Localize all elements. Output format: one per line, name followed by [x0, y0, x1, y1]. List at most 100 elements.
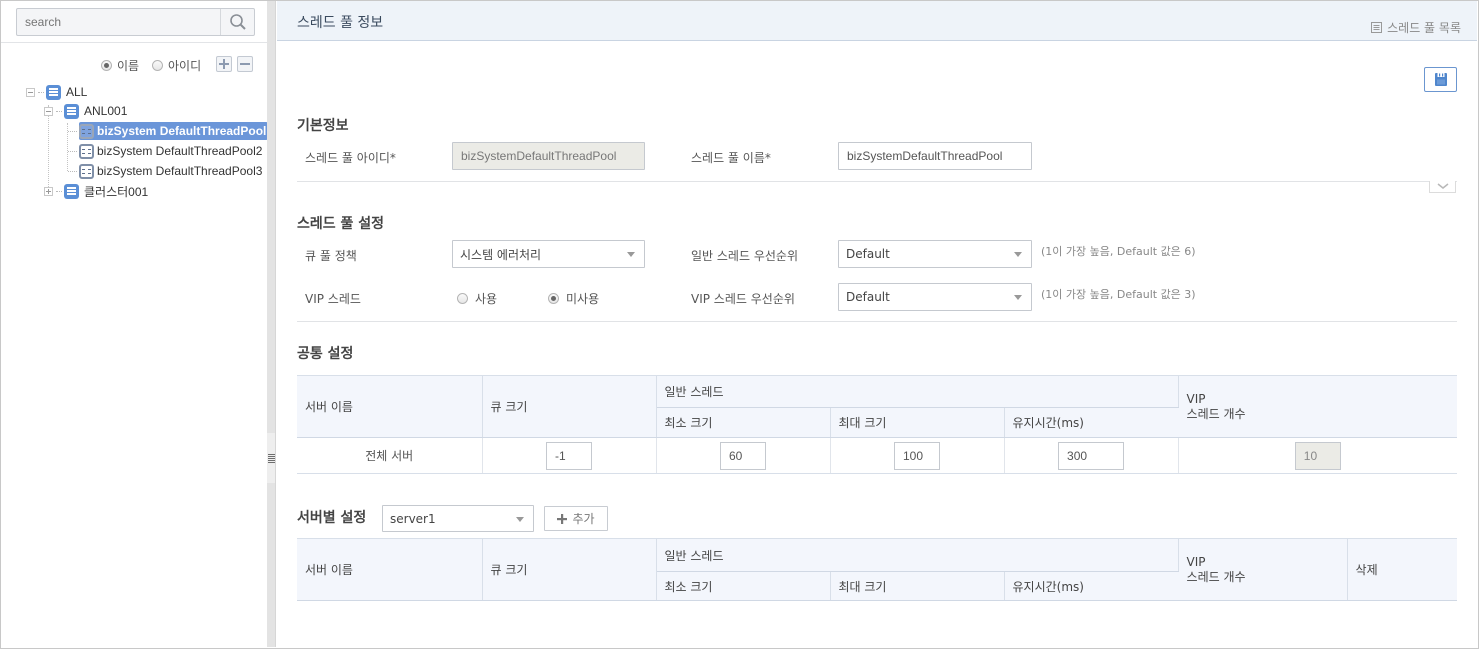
common-settings-title: 공통 설정	[297, 346, 354, 362]
tree-node-label: 클러스터001	[84, 184, 149, 199]
vip-priority-label: VIP 스레드 우선순위	[691, 292, 795, 306]
expand-all-button[interactable]	[216, 56, 232, 72]
col-keep-alive: 유지시간(ms)	[1004, 571, 1179, 601]
server-settings-title: 서버별 설정	[297, 510, 367, 526]
search-input[interactable]	[17, 9, 220, 35]
col-normal-thread: 일반 스레드	[656, 538, 1179, 572]
select-value: 시스템 에러처리	[460, 247, 542, 262]
col-normal-thread: 일반 스레드	[656, 375, 1179, 408]
save-icon	[1434, 73, 1447, 86]
vip-unused-radio[interactable]: 미사용	[548, 290, 599, 307]
tree-node-pool[interactable]: bizSystem DefaultThreadPool3	[68, 162, 262, 180]
tree-node-anl001[interactable]: ANL001	[44, 102, 129, 120]
search-icon	[229, 14, 246, 30]
caret-down-icon	[516, 517, 524, 522]
search-box	[16, 8, 255, 36]
vip-thread-label: VIP 스레드	[305, 292, 361, 306]
col-server-name: 서버 이름	[297, 375, 483, 438]
tree-node-label: bizSystem DefaultThreadPool3	[97, 164, 263, 178]
radio-checked-icon	[548, 293, 559, 304]
col-min-size: 최소 크기	[656, 407, 831, 438]
pool-id-label: 스레드 풀 아이디*	[305, 151, 396, 165]
col-vip-thread-count: VIP 스레드 개수	[1178, 375, 1458, 438]
vip-count-input	[1294, 441, 1341, 470]
page-title: 스레드 풀 정보	[297, 15, 384, 31]
collapse-toggle-icon[interactable]	[44, 106, 53, 116]
normal-priority-hint: (1이 가장 높음, Default 값은 6)	[1041, 245, 1196, 258]
tree-node-label: ANL001	[84, 104, 128, 118]
filter-by-name-radio[interactable]: 이름	[101, 57, 139, 74]
save-button[interactable]	[1424, 67, 1457, 92]
radio-unchecked-icon	[457, 293, 468, 304]
group-list-icon	[64, 183, 79, 199]
queue-policy-select[interactable]: 시스템 에러처리	[452, 240, 645, 268]
caret-down-icon	[1014, 295, 1022, 300]
group-list-icon	[64, 103, 79, 119]
caret-down-icon	[1014, 252, 1022, 257]
keep-alive-input[interactable]	[1058, 441, 1125, 470]
vip-use-radio[interactable]: 사용	[457, 290, 497, 307]
panel-splitter[interactable]	[267, 1, 276, 647]
col-server-name: 서버 이름	[297, 538, 483, 601]
caret-down-icon	[627, 252, 635, 257]
server-settings-table: 서버 이름 큐 크기 일반 스레드 VIP 스레드 개수 삭제 최소 크기 최대…	[297, 538, 1458, 601]
col-max-size: 최대 크기	[830, 407, 1005, 438]
plus-icon	[219, 59, 229, 69]
server-name-cell: 전체 서버	[297, 437, 483, 474]
max-size-input[interactable]	[894, 441, 940, 470]
filter-label: 이름	[117, 59, 140, 73]
minus-icon	[240, 63, 250, 65]
normal-priority-label: 일반 스레드 우선순위	[691, 249, 798, 263]
radio-unchecked-icon	[152, 60, 163, 71]
col-vip-thread-count: VIP 스레드 개수	[1178, 538, 1348, 601]
group-list-icon	[46, 84, 61, 100]
radio-label: 미사용	[566, 292, 600, 306]
thread-pool-list-link[interactable]: 스레드 풀 목록	[1371, 19, 1461, 36]
pool-name-input[interactable]	[838, 142, 1032, 170]
vip-priority-select[interactable]: Default	[838, 283, 1032, 311]
plus-icon	[557, 513, 568, 524]
collapse-all-button[interactable]	[237, 56, 253, 72]
radio-checked-icon	[101, 60, 112, 71]
vip-priority-hint: (1이 가장 높음, Default 값은 3)	[1041, 288, 1196, 301]
pool-name-label: 스레드 풀 이름*	[691, 151, 771, 165]
radio-label: 사용	[475, 292, 498, 306]
col-delete: 삭제	[1347, 538, 1458, 601]
tree-node-cluster001[interactable]: 클러스터001	[44, 182, 150, 200]
divider	[297, 181, 1457, 182]
select-value: Default	[846, 290, 890, 304]
list-link-label: 스레드 풀 목록	[1387, 21, 1461, 35]
collapse-section-button[interactable]	[1429, 181, 1456, 193]
divider	[297, 321, 1457, 322]
pool-id-input	[452, 142, 645, 170]
col-max-size: 최대 크기	[830, 571, 1005, 601]
tree-filter: 이름 아이디	[1, 55, 267, 75]
collapse-toggle-icon[interactable]	[26, 87, 35, 97]
tree-node-label: bizSystem DefaultThreadPool2	[97, 144, 263, 158]
divider	[1, 42, 267, 43]
table-row: 전체 서버	[297, 437, 1458, 474]
thread-pool-icon	[79, 163, 94, 179]
splitter-drag-handle[interactable]	[267, 433, 275, 483]
sidebar: 이름 아이디 ALL ANL	[1, 1, 269, 647]
col-queue-size: 큐 크기	[482, 375, 657, 438]
tree-node-pool[interactable]: bizSystem DefaultThreadPool2	[68, 142, 262, 160]
tree-node-label: ALL	[66, 85, 88, 99]
queue-policy-label: 큐 풀 정책	[305, 249, 357, 263]
server-select[interactable]: server1	[382, 505, 534, 532]
select-value: Default	[846, 247, 890, 261]
main-content: 스레드 풀 정보 스레드 풀 목록 기본정보 스레드 풀 아이디* 스레드 풀 …	[277, 1, 1477, 647]
tree-node-pool-selected[interactable]: bizSystem DefaultThreadPool	[68, 122, 269, 140]
min-size-input[interactable]	[720, 441, 766, 470]
queue-size-input[interactable]	[546, 441, 592, 470]
col-queue-size: 큐 크기	[482, 538, 657, 601]
add-server-button[interactable]: 추가	[544, 506, 608, 531]
select-value: server1	[390, 511, 436, 526]
col-min-size: 최소 크기	[656, 571, 831, 601]
expand-toggle-icon[interactable]	[44, 186, 53, 196]
search-button[interactable]	[220, 9, 254, 35]
normal-priority-select[interactable]: Default	[838, 240, 1032, 268]
tree-node-all[interactable]: ALL	[26, 83, 89, 101]
filter-by-id-radio[interactable]: 아이디	[152, 57, 201, 74]
tree-node-label: bizSystem DefaultThreadPool	[97, 124, 267, 138]
